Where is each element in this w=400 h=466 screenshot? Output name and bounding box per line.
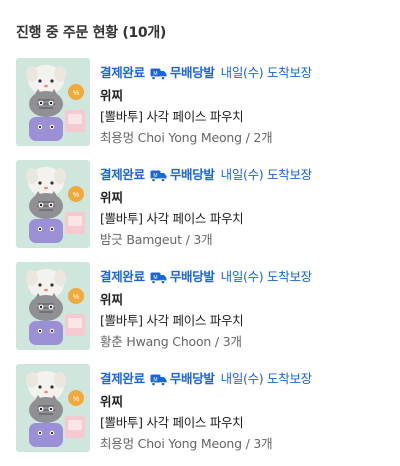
arrival-guarantee: 내일(수) 도착보장 — [220, 64, 313, 80]
order-status: 결제완료 — [100, 268, 145, 284]
page-title: 진행 중 주문 현황 (10개) — [16, 25, 167, 41]
delivery-truck-icon: M — [150, 65, 167, 81]
order-list: % 결제완료 M 무배당발 내일(수) 도착보장 위찌 [뽈바투] 사각 페이스… — [0, 58, 400, 466]
svg-text:M: M — [153, 377, 157, 383]
product-name[interactable]: [뽈바투] 사각 페이스 파우치 — [100, 208, 392, 226]
status-row: 결제완료 M 무배당발 내일(수) 도착보장 — [100, 368, 392, 387]
delivery-truck-icon: M — [150, 371, 167, 387]
order-info: 결제완료 M 무배당발 내일(수) 도착보장 위찌 [뽈바투] 사각 페이스 파… — [100, 368, 392, 452]
product-thumbnail[interactable]: % — [16, 58, 90, 146]
free-shipping-badge: 무배당발 — [169, 166, 215, 182]
product-option: 황춘 Hwang Choon / 3개 — [100, 334, 242, 349]
product-thumbnail[interactable]: % — [16, 160, 90, 248]
brand-name: 위찌 — [100, 292, 124, 307]
svg-text:M: M — [153, 275, 157, 281]
svg-text:%: % — [73, 192, 79, 199]
status-row: 결제완료 M 무배당발 내일(수) 도착보장 — [100, 266, 392, 285]
svg-text:M: M — [153, 71, 157, 77]
product-name[interactable]: [뽈바투] 사각 페이스 파우치 — [100, 106, 392, 124]
product-thumbnail[interactable]: % — [16, 262, 90, 350]
pouch-stack-image: % — [16, 58, 90, 146]
brand-name: 위찌 — [100, 88, 124, 103]
order-info: 결제완료 M 무배당발 내일(수) 도착보장 위찌 [뽈바투] 사각 페이스 파… — [100, 62, 392, 146]
arrival-guarantee: 내일(수) 도착보장 — [220, 166, 313, 182]
status-row: 결제완료 M 무배당발 내일(수) 도착보장 — [100, 164, 392, 183]
free-shipping-badge: 무배당발 — [169, 268, 215, 284]
svg-text:%: % — [73, 396, 79, 403]
svg-text:M: M — [153, 173, 157, 179]
free-shipping-badge: 무배당발 — [169, 370, 215, 386]
order-info: 결제완료 M 무배당발 내일(수) 도착보장 위찌 [뽈바투] 사각 페이스 파… — [100, 164, 392, 248]
product-name[interactable]: [뽈바투] 사각 페이스 파우치 — [100, 412, 392, 430]
svg-text:%: % — [73, 90, 79, 97]
svg-text:%: % — [73, 294, 79, 301]
order-item[interactable]: % 결제완료 M 무배당발 내일(수) 도착보장 위찌 [뽈바투] 사각 페이스… — [0, 160, 400, 262]
arrival-guarantee: 내일(수) 도착보장 — [220, 268, 313, 284]
order-info: 결제완료 M 무배당발 내일(수) 도착보장 위찌 [뽈바투] 사각 페이스 파… — [100, 266, 392, 350]
pouch-stack-image: % — [16, 160, 90, 248]
order-status: 결제완료 — [100, 166, 145, 182]
order-item[interactable]: % 결제완료 M 무배당발 내일(수) 도착보장 위찌 [뽈바투] 사각 페이스… — [0, 262, 400, 364]
product-option: 밤긋 Bamgeut / 3개 — [100, 232, 213, 247]
order-status: 결제완료 — [100, 370, 145, 386]
brand-name: 위찌 — [100, 394, 124, 409]
order-status: 결제완료 — [100, 64, 145, 80]
product-option: 최용멍 Choi Yong Meong / 3개 — [100, 436, 273, 451]
delivery-truck-icon: M — [150, 167, 167, 183]
product-thumbnail[interactable]: % — [16, 364, 90, 452]
free-shipping-badge: 무배당발 — [169, 64, 215, 80]
status-row: 결제완료 M 무배당발 내일(수) 도착보장 — [100, 62, 392, 81]
product-name[interactable]: [뽈바투] 사각 페이스 파우치 — [100, 310, 392, 328]
order-item[interactable]: % 결제완료 M 무배당발 내일(수) 도착보장 위찌 [뽈바투] 사각 페이스… — [0, 58, 400, 160]
delivery-truck-icon: M — [150, 269, 167, 285]
pouch-stack-image: % — [16, 364, 90, 452]
pouch-stack-image: % — [16, 262, 90, 350]
product-option: 최용멍 Choi Yong Meong / 2개 — [100, 130, 273, 145]
brand-name: 위찌 — [100, 190, 124, 205]
arrival-guarantee: 내일(수) 도착보장 — [220, 370, 313, 386]
order-item[interactable]: % 결제완료 M 무배당발 내일(수) 도착보장 위찌 [뽈바투] 사각 페이스… — [0, 364, 400, 466]
